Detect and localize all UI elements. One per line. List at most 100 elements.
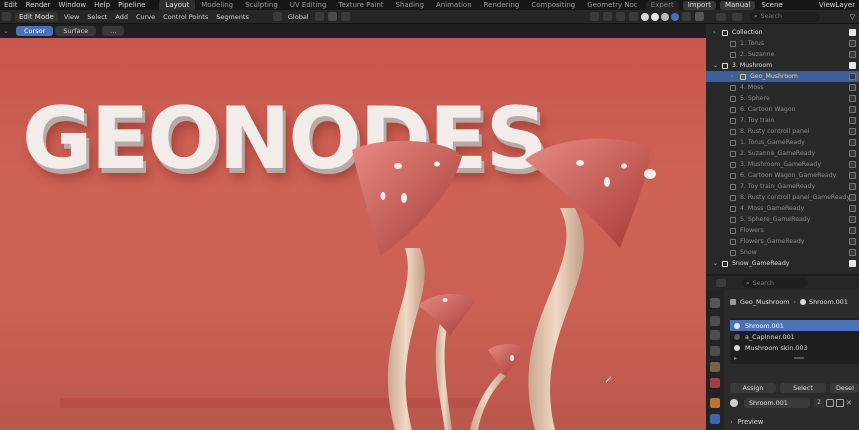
workspace-tab-sculpting[interactable]: Sculpting [239, 0, 284, 10]
properties-editor-icon[interactable] [716, 279, 726, 287]
workspace-tab-rendering[interactable]: Rendering [478, 0, 526, 10]
tool-tab-icon[interactable] [710, 298, 720, 308]
outliner-row[interactable]: Flowers_GameReady [706, 236, 859, 247]
duplicate-icon[interactable] [836, 398, 844, 407]
exclude-checkbox[interactable] [849, 29, 856, 36]
user-count[interactable]: 2 [814, 397, 824, 408]
material-browse-icon[interactable] [730, 398, 738, 407]
exclude-checkbox[interactable] [849, 106, 856, 113]
modifier-tab-icon[interactable] [710, 398, 720, 408]
material-slot[interactable]: a_CapInner.001 [730, 331, 859, 342]
exclude-checkbox[interactable] [849, 172, 856, 179]
manual-button[interactable]: Manual [719, 0, 756, 10]
material-slot[interactable]: Mushroom skin.003 [730, 342, 859, 353]
editor-type-icon[interactable] [2, 12, 11, 21]
select-button[interactable]: Select [780, 383, 826, 393]
exclude-checkbox[interactable] [849, 260, 856, 267]
mode-dropdown[interactable]: Edit Mode [15, 11, 58, 22]
exclude-checkbox[interactable] [849, 216, 856, 223]
menu-control-points[interactable]: Control Points [159, 13, 212, 21]
tab-cursor[interactable]: Cursor [16, 26, 54, 36]
workspace-tab-layout[interactable]: Layout [159, 0, 196, 10]
display-mode-icon[interactable] [732, 12, 742, 21]
menu-help[interactable]: Help [90, 0, 114, 10]
shading-wireframe-icon[interactable] [641, 12, 649, 21]
material-tab-icon[interactable] [710, 378, 720, 388]
view-layer-selector[interactable]: ViewLayer [815, 0, 859, 10]
outliner-row[interactable]: Snow [706, 247, 859, 258]
outliner-row[interactable]: 6. Cartoon Wagon_GameReady [706, 170, 859, 181]
workspace-tab-texture-paint[interactable]: Texture Paint [332, 0, 389, 10]
material-slot[interactable]: Shroom.001 [730, 320, 859, 331]
workspace-tab-geometry-nodes[interactable]: Geometry Noc [581, 0, 644, 10]
shading-options-icon[interactable] [682, 12, 691, 21]
exclude-checkbox[interactable] [849, 161, 856, 168]
gizmo-icon[interactable] [603, 12, 612, 21]
outliner-row[interactable]: › Geo_Mushroom [706, 71, 859, 82]
proportional-editing-icon[interactable] [340, 12, 350, 21]
outliner-row[interactable]: 6. Cartoon Wagon [706, 104, 859, 115]
expand-arrow-icon[interactable]: ⌄ [713, 260, 718, 267]
tab-more[interactable]: ... [102, 26, 125, 36]
outliner-row[interactable]: ⌄ 3. Mushroom [706, 60, 859, 71]
xray-icon[interactable] [629, 12, 638, 21]
import-button[interactable]: Import [682, 0, 716, 10]
outliner-row[interactable]: 1. Torus_GameReady [706, 137, 859, 148]
expand-arrow-icon[interactable]: ⌄ [713, 62, 718, 69]
fake-user-icon[interactable] [826, 398, 834, 407]
exclude-checkbox[interactable] [849, 205, 856, 212]
exclude-checkbox[interactable] [849, 150, 856, 157]
visibility-icon[interactable] [590, 12, 599, 21]
scene-selector[interactable]: Scene [757, 0, 786, 10]
menu-add[interactable]: Add [111, 13, 132, 21]
exclude-checkbox[interactable] [849, 84, 856, 91]
exclude-checkbox[interactable] [849, 183, 856, 190]
outliner-row[interactable]: ⌄ Snow_GameReady [706, 258, 859, 269]
overlay-icon[interactable] [616, 12, 625, 21]
menu-render[interactable]: Render [22, 0, 55, 10]
workspace-tab-compositing[interactable]: Compositing [525, 0, 581, 10]
outliner-row[interactable]: 8. Rusty controll panel_GameReady [706, 192, 859, 203]
exclude-checkbox[interactable] [849, 51, 856, 58]
outliner-row[interactable]: 5. Sphere_GameReady [706, 214, 859, 225]
snap-icon[interactable] [327, 12, 337, 21]
object-tab-icon[interactable] [710, 362, 720, 372]
exclude-checkbox[interactable] [849, 117, 856, 124]
expand-arrow-icon[interactable]: ▸ [734, 355, 737, 362]
properties-search[interactable]: ⌕ Search [742, 278, 808, 288]
exclude-checkbox[interactable] [849, 194, 856, 201]
outliner-row[interactable]: › Collection [706, 27, 859, 38]
outliner-row[interactable]: 8. Rusty controll panel [706, 126, 859, 137]
menu-view[interactable]: View [60, 13, 83, 21]
outliner-editor-icon[interactable] [716, 12, 726, 21]
material-name-field[interactable]: Shroom.001 [744, 397, 810, 408]
3d-viewport[interactable]: GEONODES [0, 38, 706, 430]
assign-button[interactable]: Assign [730, 383, 776, 393]
menu-window[interactable]: Window [54, 0, 90, 10]
outliner-row[interactable]: Flowers [706, 225, 859, 236]
physics-tab-icon[interactable] [710, 414, 720, 424]
workspace-tab-shading[interactable]: Shading [390, 0, 430, 10]
outliner-row[interactable]: 1. Torus [706, 38, 859, 49]
resize-handle[interactable] [794, 357, 804, 359]
scene-tab-icon[interactable] [710, 346, 720, 356]
shading-solid-icon[interactable] [651, 12, 659, 21]
transform-orientation-dropdown[interactable]: Global [284, 13, 313, 21]
exclude-checkbox[interactable] [849, 40, 856, 47]
exclude-checkbox[interactable] [849, 62, 856, 69]
shading-material-icon[interactable] [661, 12, 669, 21]
outliner-row[interactable]: 7. Toy train [706, 115, 859, 126]
exclude-checkbox[interactable] [849, 139, 856, 146]
render-tab-icon[interactable] [710, 316, 720, 326]
shading-rendered-icon[interactable] [671, 12, 679, 21]
exclude-checkbox[interactable] [849, 73, 856, 80]
workspace-tab-modeling[interactable]: Modeling [195, 0, 239, 10]
outliner-row[interactable]: 3. Mushroom_GameReady [706, 159, 859, 170]
menu-curve[interactable]: Curve [132, 13, 159, 21]
workspace-tab-animation[interactable]: Animation [430, 0, 478, 10]
exclude-checkbox[interactable] [849, 95, 856, 102]
outliner-row[interactable]: 7. Toy train_GameReady [706, 181, 859, 192]
outliner-row[interactable]: 2. Suzanne [706, 49, 859, 60]
exclude-checkbox[interactable] [849, 238, 856, 245]
exclude-checkbox[interactable] [849, 227, 856, 234]
